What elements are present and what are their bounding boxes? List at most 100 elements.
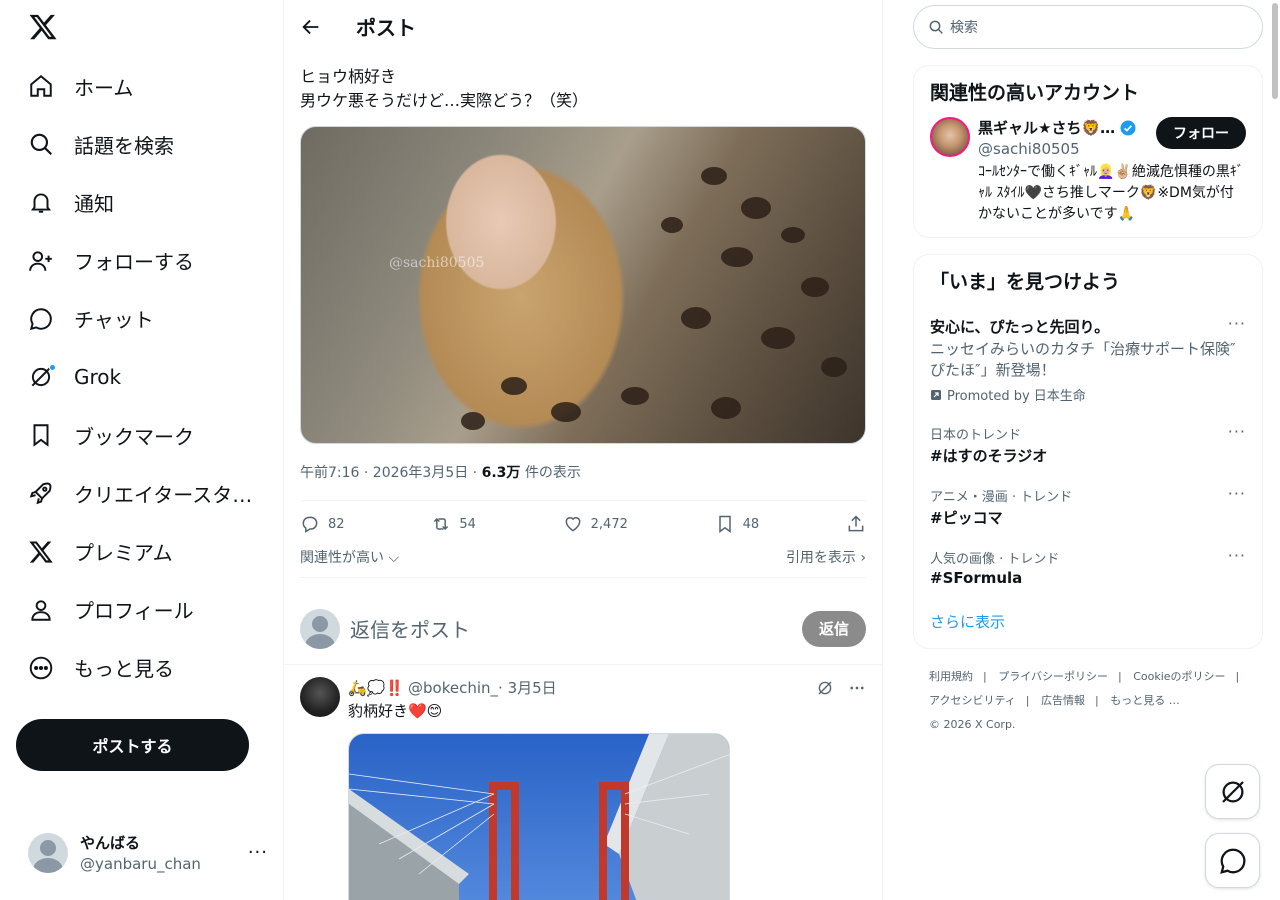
nav-follow[interactable]: フォローする: [16, 232, 252, 290]
reply-input[interactable]: 返信をポスト: [350, 614, 802, 643]
reply-text: 豹柄好き❤️😊: [348, 702, 443, 720]
nav-profile[interactable]: プロフィール: [16, 581, 252, 639]
chevron-down-icon: ⌵: [384, 550, 400, 566]
show-more-link[interactable]: さらに表示: [914, 597, 1262, 648]
rocket-icon: [29, 482, 52, 505]
trend-name: #ピッコマ: [930, 509, 1003, 527]
more-icon[interactable]: ···: [248, 842, 268, 863]
account-card[interactable]: 黒ギャル★さち🦁… @sachi80505 フォロー ｺｰﾙｾﾝﾀｰで働くｷﾞｬ…: [914, 117, 1262, 237]
chat-floating-button[interactable]: [1205, 833, 1260, 888]
post-button[interactable]: ポストする: [16, 719, 249, 771]
trend-item[interactable]: アニメ・漫画 · トレンド #ピッコマ ···: [914, 476, 1262, 538]
account-name[interactable]: 黒ギャル★さち🦁…: [978, 117, 1115, 138]
account-name: やんばる: [80, 834, 141, 852]
view-suffix: 件の表示: [520, 465, 581, 481]
nav-more[interactable]: もっと見る: [16, 639, 252, 697]
nav-label: 通知: [74, 191, 114, 216]
share-icon: [848, 515, 864, 532]
heart-icon: [565, 517, 581, 532]
footer-link[interactable]: 広告情報: [1041, 694, 1085, 707]
nav-label: プレミアム: [74, 541, 173, 566]
image-watermark: @sachi80505: [389, 255, 485, 271]
back-arrow-icon[interactable]: [300, 16, 322, 38]
view-quotes-link[interactable]: 引用を表示 ›: [786, 547, 866, 569]
explore-panel: 「いま」を見つけよう 安心に、ぴたっと先回り。 ニッセイみらいのカタチ「治療サポ…: [913, 254, 1263, 649]
search-box[interactable]: 検索: [913, 5, 1263, 49]
tweet-photo[interactable]: @sachi80505: [300, 126, 866, 444]
left-sidebar: ホーム 話題を検索 通知 フォローする チャット Grok ブックマーク クリエ…: [0, 0, 284, 900]
trend-item[interactable]: 人気の画像 · トレンド #SFormula ···: [914, 538, 1262, 597]
footer-link[interactable]: Cookieのポリシー: [1133, 670, 1225, 683]
nav-label: Grok: [74, 365, 122, 390]
trend-item[interactable]: 日本のトレンド #はすのそラジオ ···: [914, 414, 1262, 476]
nav-label: もっと見る: [74, 657, 174, 682]
tweet-text: ヒョウ柄好き 男ウケ悪そうだけど…実際どう？（笑）: [284, 53, 882, 113]
footer-link[interactable]: アクセシビリティ: [929, 694, 1016, 707]
reply-author-handle[interactable]: @bokechin_: [408, 679, 498, 697]
follow-button[interactable]: フォロー: [1156, 117, 1246, 149]
promo-by: Promoted by 日本生命: [930, 385, 1246, 404]
search-input[interactable]: 検索: [950, 17, 978, 37]
x-logo-icon[interactable]: [28, 12, 58, 42]
nav-explore[interactable]: 話題を検索: [16, 115, 252, 173]
footer-link[interactable]: 利用規約: [929, 670, 973, 683]
like-action[interactable]: 2,472: [563, 514, 628, 534]
reply-composer: 返信をポスト 返信: [300, 577, 866, 661]
grok-icon: [1221, 780, 1244, 803]
tweet-meta: 午前7:16 · 2026年3月5日 · 6.3万 件の表示: [284, 444, 882, 484]
nav-premium[interactable]: プレミアム: [16, 523, 252, 581]
tweet-timestamp[interactable]: 午前7:16 · 2026年3月5日 ·: [300, 465, 482, 481]
grok-floating-button[interactable]: [1205, 764, 1260, 819]
repost-action[interactable]: 54: [431, 514, 476, 534]
chat-icon: [1219, 848, 1245, 874]
right-sidebar: 検索 関連性の高いアカウント 黒ギャル★さち🦁… @sachi80505 フォロ…: [913, 0, 1263, 737]
account-bio: ｺｰﾙｾﾝﾀｰで働くｷﾞｬﾙ👱🏼‍♀️✌🏼絶滅危惧種の黒ｷﾞｬﾙ ｽﾀｲﾙ🖤さち…: [978, 164, 1244, 222]
view-count: 6.3万: [481, 465, 521, 481]
scrollbar-thumb[interactable]: [1272, 3, 1278, 99]
nav-chat[interactable]: チャット: [16, 290, 252, 348]
nav-label: プロフィール: [74, 599, 194, 624]
reply-tweet[interactable]: 🛵💭‼️ @bokechin_ · 3月5日 豹柄好き❤️😊: [284, 664, 882, 900]
trend-name: #はすのそラジオ: [930, 447, 1048, 465]
share-action[interactable]: [846, 514, 866, 534]
bookmark-count: 48: [742, 516, 760, 532]
nav-creator-studio[interactable]: クリエイタースタ…: [16, 464, 252, 522]
scrollbar[interactable]: [1271, 0, 1280, 900]
reply-photo[interactable]: [348, 733, 730, 900]
nav-label: ホーム: [74, 75, 134, 100]
bookmark-action[interactable]: 48: [715, 514, 760, 534]
nav-bookmarks[interactable]: ブックマーク: [16, 406, 252, 464]
repost-icon: [434, 517, 449, 531]
avatar: [28, 832, 68, 873]
account-switcher[interactable]: やんばる @yanbaru_chan ···: [28, 832, 268, 873]
tweet-text-line: 男ウケ悪そうだけど…実際どう？（笑）: [300, 91, 589, 110]
footer-link[interactable]: もっと見る …: [1110, 694, 1180, 707]
notification-dot: [49, 364, 56, 372]
more-icon[interactable]: [848, 679, 866, 697]
avatar[interactable]: [930, 117, 970, 157]
more-icon[interactable]: ···: [1228, 422, 1246, 441]
trend-context: 日本のトレンド: [930, 428, 1022, 443]
nav-grok[interactable]: Grok: [16, 348, 252, 406]
footer-link[interactable]: プライバシーポリシー: [998, 670, 1108, 683]
reply-submit-button[interactable]: 返信: [802, 610, 866, 647]
more-icon[interactable]: ···: [1228, 546, 1246, 565]
nav-notifications[interactable]: 通知: [16, 173, 252, 231]
grok-icon[interactable]: [816, 679, 834, 697]
reply-action[interactable]: 82: [300, 514, 345, 534]
avatar[interactable]: [300, 677, 340, 717]
sort-dropdown[interactable]: 関連性が高い ⌵: [300, 547, 399, 569]
bell-icon: [30, 193, 52, 214]
promoted-trend[interactable]: 安心に、ぴたっと先回り。 ニッセイみらいのカタチ「治療サポート保険″ぴたほ″」新…: [914, 306, 1262, 414]
main-column: ポスト ヒョウ柄好き 男ウケ悪そうだけど…実際どう？（笑） @sachi8050…: [284, 0, 883, 900]
more-icon[interactable]: ···: [1228, 314, 1246, 333]
more-icon[interactable]: ···: [1228, 484, 1246, 503]
reply-date[interactable]: · 3月5日: [498, 677, 557, 698]
promo-by-label: Promoted by 日本生命: [947, 389, 1086, 404]
reply-author-name[interactable]: 🛵💭‼️: [348, 679, 404, 697]
tweet-actions: 82 54 2,472 48: [284, 501, 882, 547]
bookmark-icon: [718, 515, 731, 533]
account-handle[interactable]: @sachi80505: [978, 140, 1156, 158]
nav-home[interactable]: ホーム: [16, 57, 252, 115]
reply-sort-row: 関連性が高い ⌵ 引用を表示 ›: [284, 547, 882, 569]
